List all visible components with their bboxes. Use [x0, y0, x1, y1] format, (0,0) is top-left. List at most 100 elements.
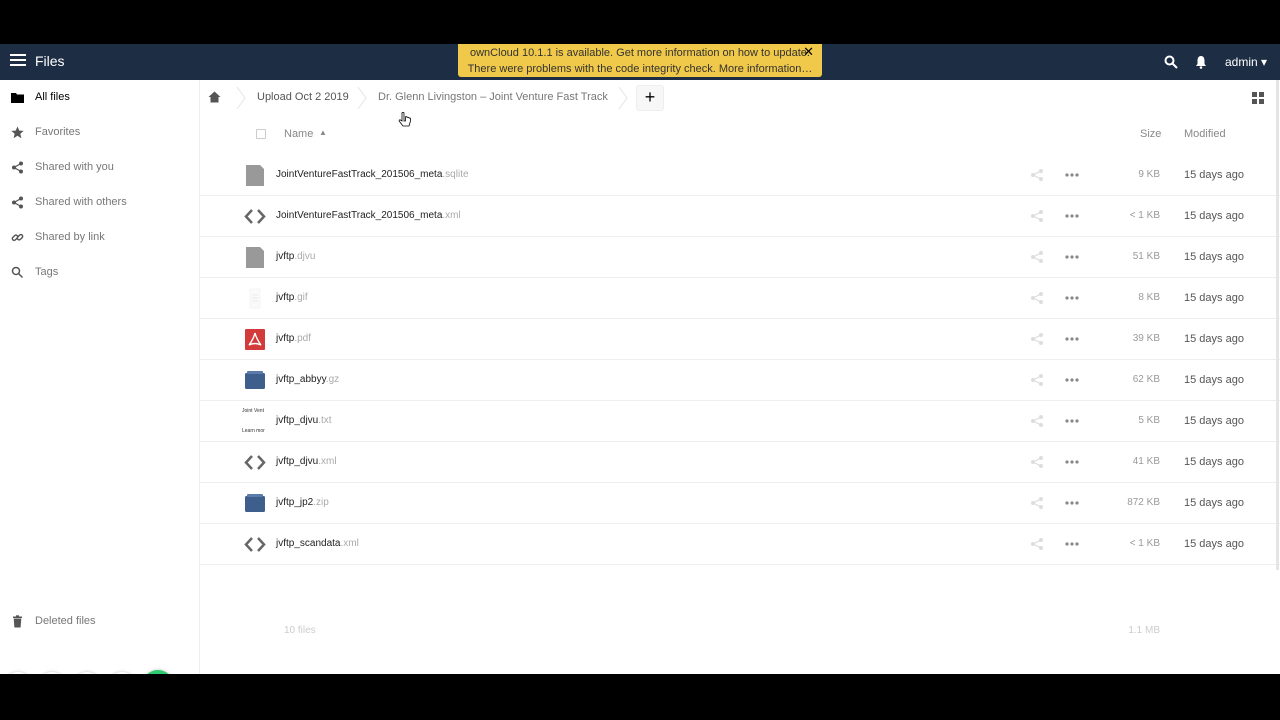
more-actions-icon[interactable]	[1064, 496, 1080, 510]
more-actions-icon[interactable]	[1064, 250, 1080, 264]
total-size: 1.1 MB	[1128, 625, 1160, 636]
breadcrumb-current-folder[interactable]: Dr. Glenn Livingston – Joint Venture Fas…	[378, 91, 608, 103]
main-content: Upload Oct 2 2019 Dr. Glenn Livingston –…	[200, 80, 1280, 674]
share-icon[interactable]	[1030, 332, 1044, 346]
more-actions-icon[interactable]	[1064, 537, 1080, 551]
share-icon[interactable]	[1030, 537, 1044, 551]
file-size: < 1 KB	[1129, 538, 1160, 549]
sidebar-item-shared-with-you[interactable]: Shared with you	[0, 150, 199, 185]
confirm-recording-button[interactable]	[142, 670, 174, 674]
more-actions-icon[interactable]	[1064, 209, 1080, 223]
grid-view-icon[interactable]	[1252, 92, 1264, 104]
file-row[interactable]: Joint Vent Learn mor jvftp_djvu.txt 5 KB 15 …	[200, 401, 1280, 442]
sidebar-item-favorites[interactable]: Favorites	[0, 115, 199, 150]
file-name[interactable]: jvftp_djvu.txt	[276, 415, 332, 426]
breadcrumb: Upload Oct 2 2019 Dr. Glenn Livingston –…	[200, 80, 1280, 116]
cancel-recording-button[interactable]: ✕	[73, 672, 101, 674]
chevron-right-icon	[618, 86, 628, 110]
file-modified: 15 days ago	[1184, 497, 1244, 509]
more-actions-icon[interactable]	[1064, 168, 1080, 182]
link-icon	[11, 233, 24, 242]
sidebar-item-shared-with-others[interactable]: Shared with others	[0, 185, 199, 220]
file-name[interactable]: jvftp.pdf	[276, 333, 311, 344]
share-icon[interactable]	[1030, 496, 1044, 510]
notice-line-integrity[interactable]: There were problems with the code integr…	[458, 61, 822, 77]
camera-toggle-button[interactable]	[38, 672, 66, 674]
file-extension: .xml	[318, 456, 337, 467]
share-icon[interactable]	[1030, 414, 1044, 428]
file-name[interactable]: JointVentureFastTrack_201506_meta.sqlite	[276, 169, 469, 180]
file-basename: JointVentureFastTrack_201506_meta	[276, 210, 443, 221]
file-name[interactable]: JointVentureFastTrack_201506_meta.xml	[276, 210, 461, 221]
notice-close-icon[interactable]: ✕	[803, 44, 814, 60]
share-icon[interactable]	[1030, 250, 1044, 264]
sidebar-item-tags[interactable]: Tags	[0, 255, 199, 290]
file-extension: .gz	[325, 374, 340, 385]
share-icon[interactable]	[1030, 209, 1044, 223]
sidebar-item-shared-by-link[interactable]: Shared by link	[0, 220, 199, 255]
file-row[interactable]: jvftp.pdf 39 KB 15 days ago	[200, 319, 1280, 360]
user-menu[interactable]: admin ▾	[1225, 55, 1267, 69]
file-extension: .sqlite	[442, 169, 469, 180]
file-row[interactable]: JointVentureFastTrack_201506_meta.sqlite…	[200, 155, 1280, 196]
select-all-checkbox[interactable]	[256, 129, 266, 139]
file-size: 5 KB	[1138, 415, 1160, 426]
file-modified: 15 days ago	[1184, 292, 1244, 304]
breadcrumb-upload-folder[interactable]: Upload Oct 2 2019	[257, 91, 349, 103]
file-row[interactable]: jvftp_abbyy.gz 62 KB 15 days ago	[200, 360, 1280, 401]
column-header-modified[interactable]: Modified	[1184, 128, 1226, 140]
file-row[interactable]: jvftp_djvu.xml 41 KB 15 days ago	[200, 442, 1280, 483]
file-row[interactable]: jvftp.djvu 51 KB 15 days ago	[200, 237, 1280, 278]
more-actions-icon[interactable]	[1064, 332, 1080, 346]
sidebar-item-deleted-files[interactable]: Deleted files	[0, 604, 199, 639]
file-extension: .gif	[294, 292, 308, 303]
share-icon[interactable]	[1030, 291, 1044, 305]
more-actions-icon[interactable]	[1064, 414, 1080, 428]
file-row[interactable]: jvftp_jp2.zip 872 KB 15 days ago	[200, 483, 1280, 524]
app-title[interactable]: Files	[35, 53, 65, 69]
bell-icon[interactable]	[1195, 55, 1207, 69]
file-name[interactable]: jvftp_jp2.zip	[276, 497, 329, 508]
file-modified: 15 days ago	[1184, 415, 1244, 427]
more-actions-icon[interactable]	[1064, 291, 1080, 305]
file-name[interactable]: jvftp_scandata.xml	[276, 538, 359, 549]
file-icon	[243, 247, 267, 268]
hamburger-menu-icon[interactable]	[10, 54, 26, 70]
share-icon[interactable]	[1030, 168, 1044, 182]
update-notice[interactable]: ownCloud 10.1.1 is available. Get more i…	[458, 44, 822, 77]
sort-ascending-icon[interactable]: ▲	[319, 128, 327, 137]
scrollbar[interactable]	[1276, 80, 1279, 570]
file-size: < 1 KB	[1129, 210, 1160, 221]
file-modified: 15 days ago	[1184, 333, 1244, 345]
sidebar-item-all-files[interactable]: All files	[0, 80, 199, 115]
sidebar-item-label: Tags	[35, 266, 59, 278]
new-file-button[interactable]: +	[636, 85, 664, 111]
file-name[interactable]: jvftp_djvu.xml	[276, 456, 337, 467]
chevron-right-icon	[236, 86, 246, 110]
more-options-button[interactable]: ⋯	[4, 672, 32, 674]
column-header-name[interactable]: Name	[284, 128, 313, 140]
file-basename: jvftp	[276, 333, 295, 344]
file-row[interactable]: jvftp.gif 8 KB 15 days ago	[200, 278, 1280, 319]
share-icon[interactable]	[1030, 455, 1044, 469]
file-count: 10 files	[284, 625, 316, 636]
column-header-size[interactable]: Size	[1140, 128, 1161, 140]
more-actions-icon[interactable]	[1064, 455, 1080, 469]
file-name[interactable]: jvftp_abbyy.gz	[276, 374, 339, 385]
sidebar-item-label: Shared with you	[35, 161, 114, 173]
thumbnail-text: Joint Vent	[242, 408, 264, 414]
file-name[interactable]: jvftp.djvu	[276, 251, 315, 262]
thumbnail-text: Learn mor	[242, 428, 265, 434]
more-actions-icon[interactable]	[1064, 373, 1080, 387]
file-basename: jvftp_djvu	[276, 415, 319, 426]
search-icon[interactable]	[1164, 55, 1178, 69]
share-icon[interactable]	[1030, 373, 1044, 387]
archive-icon	[243, 493, 267, 514]
file-row[interactable]: JointVentureFastTrack_201506_meta.xml < 1…	[200, 196, 1280, 237]
home-icon[interactable]	[208, 91, 221, 103]
pause-button[interactable]	[108, 672, 136, 674]
notice-line-update[interactable]: ownCloud 10.1.1 is available. Get more i…	[458, 45, 822, 61]
file-extension: .pdf	[294, 333, 312, 344]
file-name[interactable]: jvftp.gif	[276, 292, 308, 303]
file-row[interactable]: jvftp_scandata.xml < 1 KB 15 days ago	[200, 524, 1280, 565]
